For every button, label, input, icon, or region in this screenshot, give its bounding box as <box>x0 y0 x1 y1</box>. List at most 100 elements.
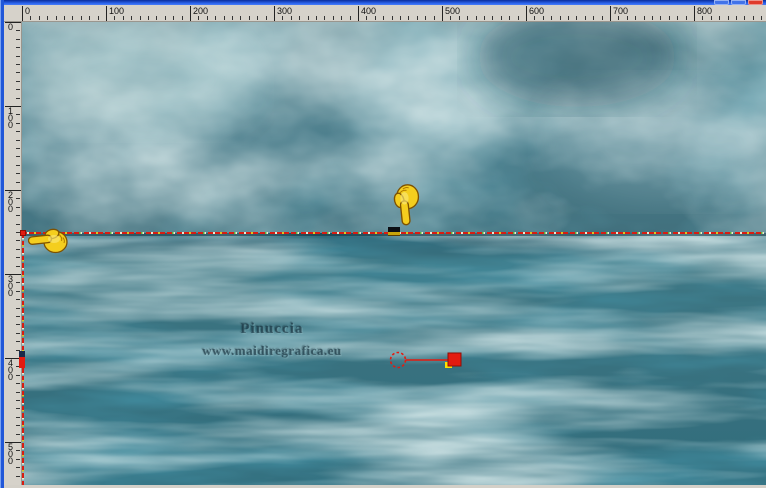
ruler-tick <box>710 16 712 20</box>
ruler-tick <box>500 16 502 20</box>
ruler-tick <box>16 30 20 32</box>
ruler-label: 0 <box>25 6 31 16</box>
ruler-tick <box>358 6 359 21</box>
ruler-tick <box>16 131 20 133</box>
ruler-tick <box>16 467 20 469</box>
ruler-tick <box>80 16 82 20</box>
ruler-label: 100 <box>109 6 125 16</box>
ruler-tick <box>16 164 20 166</box>
ruler-tick <box>16 148 20 149</box>
ruler-tick <box>16 38 20 40</box>
ruler-tick <box>97 16 99 20</box>
ruler-tick <box>349 16 351 20</box>
ruler-tick <box>736 16 737 20</box>
ruler-tick <box>16 97 20 99</box>
ruler-tick <box>668 16 670 20</box>
ruler-tick <box>30 16 32 20</box>
ruler-tick <box>122 16 124 20</box>
horizon-node-handle[interactable] <box>388 227 400 236</box>
ruler-tick <box>366 16 368 20</box>
ruler-tick <box>16 206 20 208</box>
ruler-tick <box>16 450 20 452</box>
ruler-tick <box>16 114 20 116</box>
ruler-tick <box>16 475 20 477</box>
ruler-tick <box>215 16 217 20</box>
ruler-tick <box>551 16 553 20</box>
ruler-tick <box>400 16 401 20</box>
ruler-tick <box>164 16 166 20</box>
ruler-tick <box>16 198 20 200</box>
ocean-sky-image <box>22 22 766 485</box>
image-editor-window: 0 100 200 300 400 500 600 700 800 0 1 0 0 2 0 0 3 0… <box>0 0 766 488</box>
ruler-tick <box>16 416 20 418</box>
ruler-tick <box>559 16 561 20</box>
ruler-tick <box>38 16 40 20</box>
ruler-tick <box>206 16 208 20</box>
ruler-tick <box>425 16 427 20</box>
ruler-tick <box>694 6 695 21</box>
ruler-tick <box>16 391 20 393</box>
ruler-tick <box>16 265 20 267</box>
ruler-tick <box>324 16 326 20</box>
ruler-tick <box>16 89 20 91</box>
ruler-tick <box>181 16 183 20</box>
ruler-tick <box>248 16 250 20</box>
pivot-circle-handle[interactable] <box>389 351 407 369</box>
ruler-label: 600 <box>529 6 545 16</box>
rotation-pivot-icon[interactable] <box>388 350 488 394</box>
ruler-tick <box>16 223 20 225</box>
pivot-rotation-handle[interactable] <box>447 352 462 367</box>
ruler-tick <box>660 16 662 20</box>
ruler-tick <box>16 156 20 158</box>
ruler-label: 3 0 0 <box>8 274 14 298</box>
ruler-tick <box>484 16 485 20</box>
ruler-tick <box>190 6 191 21</box>
image-canvas[interactable]: Pinuccia www.maidiregrafica.eu <box>22 22 766 485</box>
ruler-tick <box>16 324 20 326</box>
ruler-label: 0 <box>8 22 14 32</box>
ruler-tick <box>16 72 20 74</box>
ruler-tick <box>542 16 544 20</box>
ruler-tick <box>16 433 20 435</box>
ruler-label: 200 <box>193 6 209 16</box>
ruler-tick <box>744 16 746 20</box>
ruler-tick <box>416 16 418 20</box>
ruler-tick <box>16 290 20 292</box>
ruler-tick <box>16 257 20 259</box>
ruler-tick <box>257 16 259 20</box>
ruler-tick <box>16 458 20 460</box>
ruler-tick <box>16 374 20 376</box>
ruler-tick <box>652 16 653 20</box>
ruler-tick <box>568 16 569 20</box>
selection-start-handle[interactable] <box>20 230 26 236</box>
ruler-tick <box>16 299 20 301</box>
ruler-tick <box>341 16 343 20</box>
ruler-top: 0 100 200 300 400 500 600 700 800 <box>4 5 766 22</box>
ruler-tick <box>16 55 20 57</box>
ruler-label: 800 <box>697 6 713 16</box>
ruler-tick <box>106 6 107 21</box>
ruler-tick <box>232 16 233 20</box>
ruler-tick <box>467 16 469 20</box>
left-edge-node-red[interactable] <box>19 357 25 368</box>
ruler-tick <box>761 16 763 20</box>
ruler-tick <box>702 16 704 20</box>
ruler-tick <box>16 173 20 175</box>
ruler-label: 700 <box>613 6 629 16</box>
ruler-tick <box>316 16 317 20</box>
ruler-tick <box>55 16 57 20</box>
ruler-tick <box>307 16 309 20</box>
ruler-tick <box>685 16 687 20</box>
ruler-tick <box>16 400 20 401</box>
ruler-tick <box>16 332 20 334</box>
ruler-tick <box>16 316 20 317</box>
ruler-tick <box>626 16 628 20</box>
ruler-tick <box>16 215 20 217</box>
ruler-tick <box>16 47 20 49</box>
ruler-tick <box>635 16 637 20</box>
ruler-tick <box>265 16 267 20</box>
ruler-tick <box>332 16 334 20</box>
ruler-tick <box>16 139 20 141</box>
ruler-tick <box>64 16 65 20</box>
ruler-tick <box>618 16 620 20</box>
